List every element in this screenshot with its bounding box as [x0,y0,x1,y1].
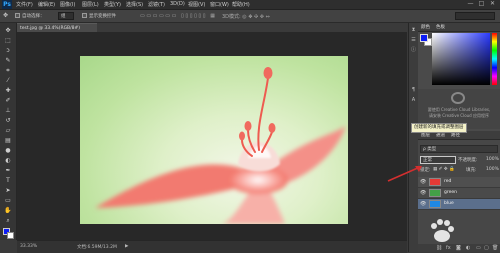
annotation-arrow [387,166,422,182]
quick-select-icon[interactable]: ✎ [3,57,13,65]
menu-view[interactable]: 视图(V) [188,1,205,8]
layer-row-red[interactable]: 👁 red [418,177,500,188]
marquee-icon[interactable]: ⬚ [3,37,13,45]
type-icon[interactable]: T [3,177,13,185]
gradient-icon[interactable]: ▤ [3,137,13,145]
photoshop-logo: Ps [2,0,12,9]
show-transform-checkbox[interactable] [82,13,87,18]
menu-edit[interactable]: 编辑(E) [38,1,55,8]
layer-name: green [444,190,457,195]
auto-select-checkbox[interactable] [15,13,20,18]
menu-3d[interactable]: 3D(D) [170,1,185,7]
options-bar: ✥ 自动选择： 组 显示变换控件 ▭ ▭ ▭ ▭ ▭ ▭ ▯ ▯ ▯ ▯ ▯ ▯… [0,10,500,23]
history-icon[interactable]: ⧗ [410,27,417,34]
brush-icon[interactable]: ✐ [3,97,13,105]
lasso-icon[interactable]: ↄ [3,47,13,55]
show-transform-label: 显示变换控件 [89,14,116,19]
shape-icon[interactable]: ▭ [3,197,13,205]
layer-thumbnail [429,178,441,186]
zoom-icon[interactable]: ⌕ [3,217,13,225]
eyedropper-icon[interactable]: ⁄ [3,77,13,85]
close-button[interactable]: ✕ [487,0,498,7]
menu-image[interactable]: 图像(I) [60,1,75,8]
layer-thumbnail [429,189,441,197]
layer-name: red [444,179,452,184]
stamp-icon[interactable]: ⊥ [3,107,13,115]
window-controls: — □ ✕ [465,0,498,9]
menu-file[interactable]: 文件(F) [16,1,33,8]
blur-icon[interactable]: ● [3,147,13,155]
menu-window[interactable]: 窗口(W) [210,1,229,8]
fill-value[interactable]: 100% [486,167,499,172]
history-brush-icon[interactable]: ↺ [3,117,13,125]
layer-thumbnail [429,200,441,208]
menu-help[interactable]: 帮助(H) [232,1,250,8]
color-picker-field[interactable] [432,33,490,85]
path-select-icon[interactable]: ➤ [3,187,13,195]
layer-filter-input[interactable]: ρ 类型 [420,145,498,153]
document-tab[interactable]: test.jpg @ 33.4%(RGB/8#) [17,23,97,32]
eraser-icon[interactable]: ▱ [3,127,13,135]
opacity-value[interactable]: 100% [486,157,499,162]
auto-select-dropdown[interactable]: 组 [58,12,74,20]
color-panel-tabs: 颜色 色板 [418,23,500,32]
fill-label: 填充: [466,168,477,173]
tooltip: 创建新的填充或调整图层 [411,123,467,133]
menu-bar: Ps 文件(F) 编辑(E) 图像(I) 图层(L) 类型(Y) 选择(S) 滤… [0,0,500,10]
maximize-button[interactable]: □ [476,0,487,7]
visibility-eye-icon[interactable]: 👁 [420,190,426,196]
hand-icon[interactable]: ✋ [3,207,13,215]
creative-cloud-icon [451,92,465,104]
3d-mode-icons[interactable]: 3D模式: ◎ ✥ ✣ ✜ ⇔ [222,13,270,20]
minimize-button[interactable]: — [465,0,476,7]
move-tool-icon[interactable]: ✥ [3,12,8,19]
workspace-dropdown[interactable] [455,12,495,20]
layer-name: blue [444,201,454,206]
menu-filter[interactable]: 滤镜(T) [148,1,165,8]
hue-slider[interactable] [492,33,497,85]
flower-photo [80,56,348,224]
library-message-2: 请安装 Creative Cloud 应用程序 [428,113,489,118]
flower-image [95,67,346,224]
background-color-swatch[interactable] [7,232,14,239]
properties-icon[interactable]: ☰ [410,37,417,44]
status-arrow-icon[interactable]: ▶ [125,244,128,249]
toolbox: ✥ ⬚ ↄ ✎ ⌗ ⁄ ✚ ✐ ⊥ ↺ ▱ ▤ ● ◐ ✒ T ➤ ▭ ✋ ⌕ [0,23,17,240]
healing-icon[interactable]: ✚ [3,87,13,95]
info-icon[interactable]: ⓘ [410,47,417,54]
move-icon[interactable]: ✥ [3,27,13,35]
align-icons[interactable]: ▭ ▭ ▭ ▭ ▭ ▭ ▯ ▯ ▯ ▯ ▯ ▯ ▦ [140,13,215,19]
visibility-eye-icon[interactable]: 👁 [420,201,426,207]
paragraph-icon[interactable]: ¶ [410,87,417,94]
paw-watermark [431,219,454,242]
menu-select[interactable]: 选择(S) [126,1,143,8]
tab-color[interactable]: 颜色 [421,24,430,30]
menu-layer[interactable]: 图层(L) [82,1,99,8]
layer-row-green[interactable]: 👁 green [418,188,500,199]
tab-swatches[interactable]: 色板 [436,24,445,30]
pen-icon[interactable]: ✒ [3,167,13,175]
opacity-label: 不透明度: [458,158,478,163]
zoom-level[interactable]: 33.33% [20,244,37,249]
document-size: 文档:6.59M/13.2M [77,245,117,250]
character-icon[interactable]: A [410,97,417,104]
foreground-swatch[interactable] [420,34,428,42]
dodge-icon[interactable]: ◐ [3,157,13,165]
layer-row-blue[interactable]: 👁 blue [418,199,500,210]
lock-icons[interactable]: ▦ ✐ ✥ 🔒 [433,167,455,172]
status-bar: 33.33% 文档:6.59M/13.2M ▶ [17,240,407,253]
menu-type[interactable]: 类型(Y) [104,1,121,8]
crop-icon[interactable]: ⌗ [3,67,13,75]
auto-select-label: 自动选择： [22,14,45,19]
